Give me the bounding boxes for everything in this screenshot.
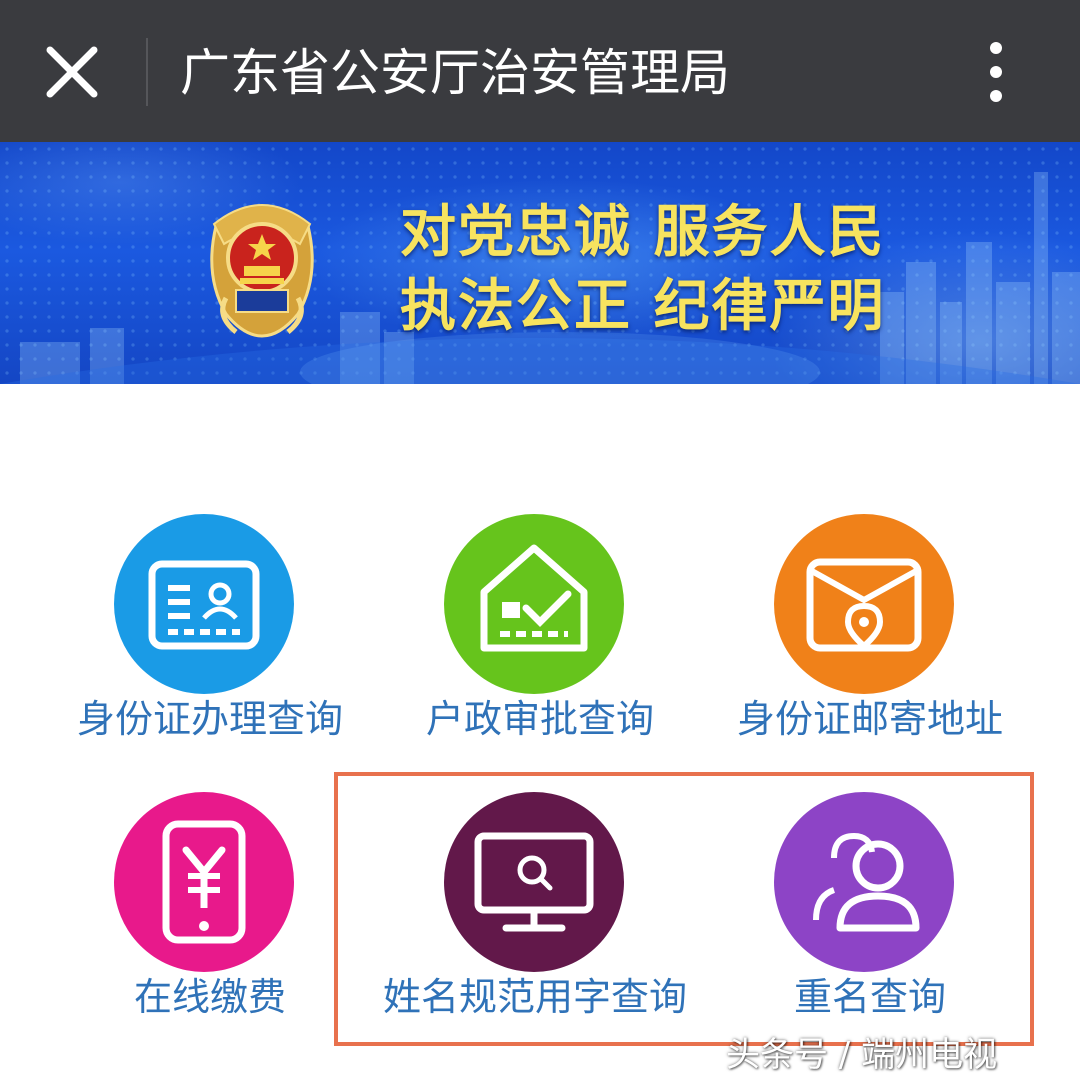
close-icon	[46, 46, 98, 98]
service-label: 在线缴费	[133, 975, 286, 1019]
house-check-icon-circle[interactable]	[444, 514, 624, 694]
service-label: 身份证办理查询	[76, 697, 343, 741]
mail-location-icon-circle[interactable]	[774, 514, 954, 694]
slogan-line-1: 对党忠诚 服务人民	[400, 200, 886, 265]
more-vertical-icon	[990, 42, 1002, 102]
highlight-box	[334, 772, 1034, 1046]
phone-yuan-icon	[162, 820, 246, 944]
title-divider	[146, 38, 148, 106]
id-card-icon-circle[interactable]	[114, 514, 294, 694]
service-label: 户政审批查询	[425, 697, 654, 741]
banner: 对党忠诚 服务人民 执法公正 纪律严明	[0, 142, 1080, 384]
watermark: 头条号 / 端州电视	[726, 1035, 998, 1075]
page-title: 广东省公安厅治安管理局	[180, 44, 730, 102]
close-button[interactable]	[36, 36, 108, 108]
more-button[interactable]	[966, 36, 1026, 108]
slogan-line-2: 执法公正 纪律严明	[400, 274, 886, 339]
police-emblem-icon	[210, 204, 314, 338]
mail-location-icon	[806, 558, 922, 652]
title-bar: 广东省公安厅治安管理局	[0, 0, 1080, 142]
service-label: 身份证邮寄地址	[736, 697, 1003, 741]
phone-yuan-icon-circle[interactable]	[114, 792, 294, 972]
house-check-icon	[480, 544, 588, 652]
id-card-icon	[148, 560, 260, 650]
